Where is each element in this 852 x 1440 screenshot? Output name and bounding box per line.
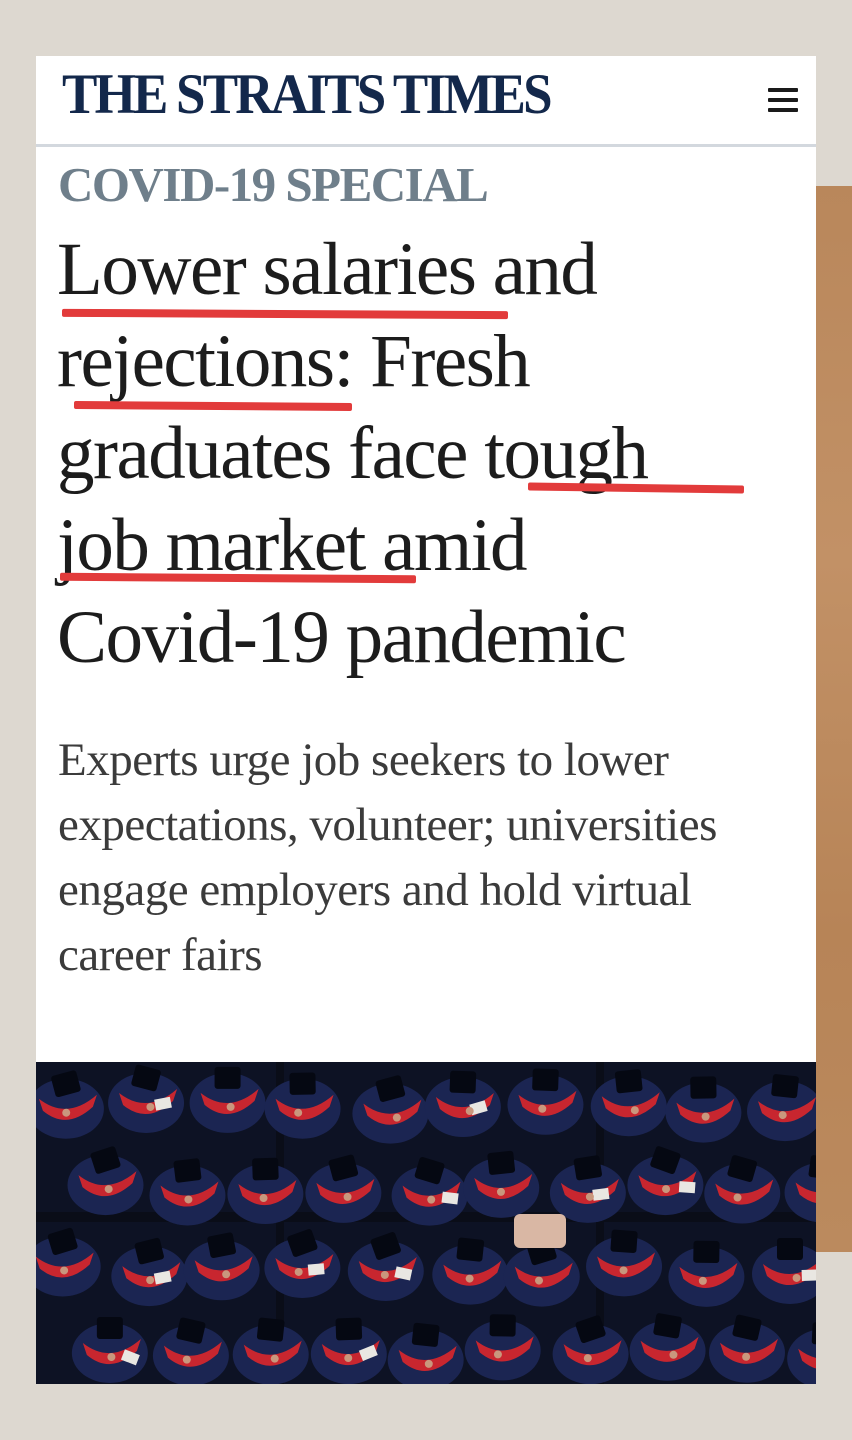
standfirst-line: engage employers and hold virtual <box>58 864 692 916</box>
standfirst-line: Experts urge job seekers to lower <box>58 734 669 786</box>
headline-line: Lower salaries and <box>57 228 598 311</box>
graduates-photo-illustration <box>36 1062 816 1384</box>
site-logo[interactable]: THE STRAITS TIMES <box>62 66 553 123</box>
standfirst-line: career fairs <box>58 929 263 981</box>
section-kicker[interactable]: COVID-19 SPECIAL <box>58 160 489 209</box>
headline-line: rejections: Fresh <box>57 320 531 403</box>
hero-photo[interactable] <box>36 1062 816 1384</box>
masthead: THE STRAITS TIMES <box>36 56 816 147</box>
headline-line: Covid-19 pandemic <box>57 596 627 679</box>
article-standfirst: Experts urge job seekers to lower expect… <box>58 728 808 988</box>
article-headline: Lower salaries and rejections: Fresh gra… <box>57 224 802 684</box>
hamburger-menu-icon[interactable] <box>766 86 800 114</box>
standfirst-line: expectations, volunteer; universities <box>58 799 717 851</box>
article-card: THE STRAITS TIMES COVID-19 SPECIAL Lower… <box>36 56 816 1384</box>
